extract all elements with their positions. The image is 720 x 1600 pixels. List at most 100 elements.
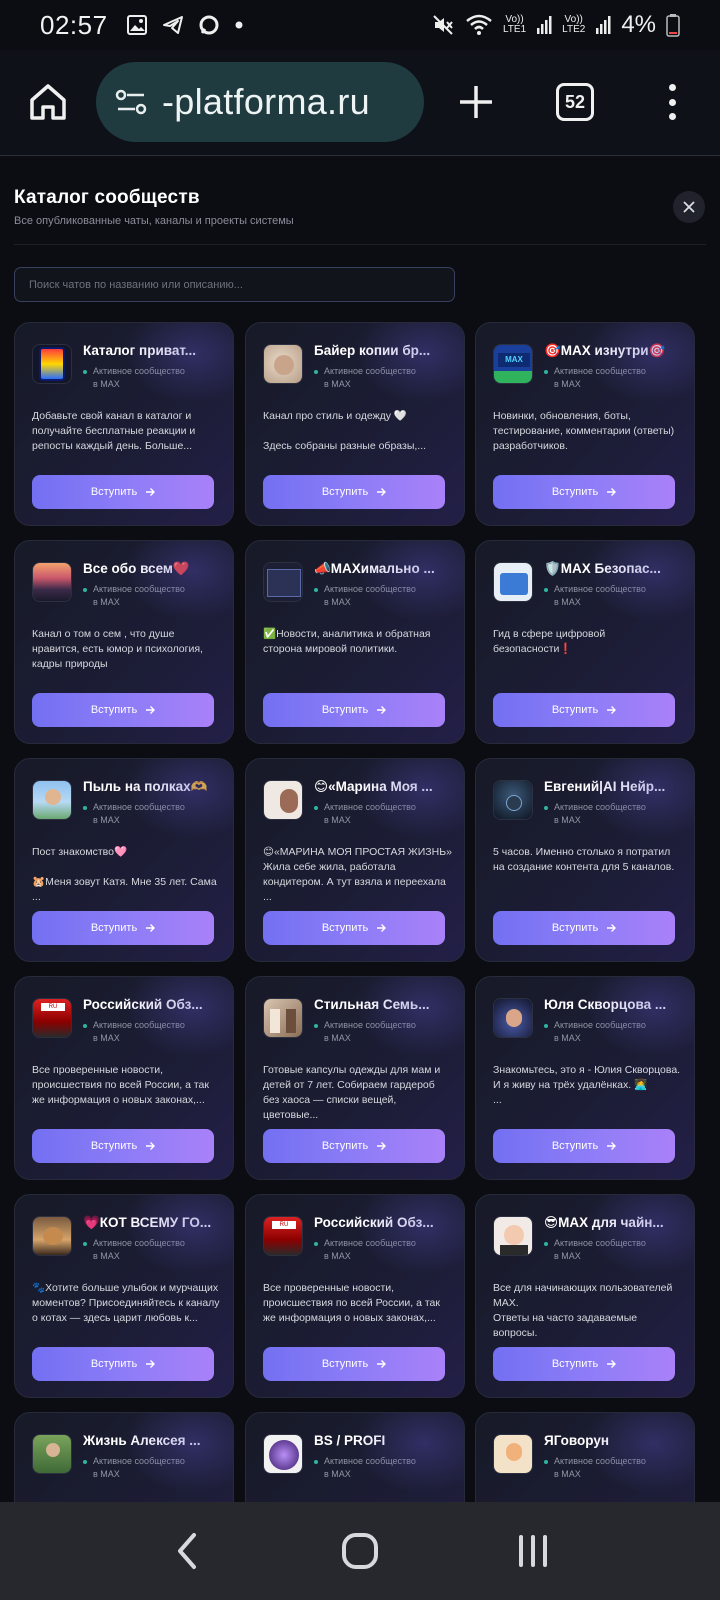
community-status: Активное сообщество в MAX — [314, 1455, 454, 1481]
online-dot-icon — [544, 805, 548, 810]
wifi-icon — [466, 14, 492, 35]
community-status: Активное сообщество в MAX — [544, 1019, 684, 1045]
online-dot-icon — [544, 1023, 548, 1028]
site-settings-icon[interactable] — [114, 85, 148, 119]
community-name: Евгений|AI Нейр... — [544, 779, 666, 794]
arrow-right-icon — [607, 1142, 617, 1150]
join-button[interactable]: Вступить — [493, 475, 675, 509]
community-avatar — [493, 1434, 533, 1474]
arrow-right-icon — [377, 1360, 387, 1368]
join-button[interactable]: Вступить — [493, 1129, 675, 1163]
community-avatar — [32, 344, 72, 384]
community-avatar — [263, 1434, 303, 1474]
back-icon — [177, 1533, 196, 1569]
telegram-icon — [162, 16, 183, 34]
community-card[interactable]: 📣MAXимально ... Активное сообщество в MAX ✅… — [245, 540, 465, 744]
community-card[interactable]: Все обо всем❤️ Активное сообщество в MAX Ка… — [14, 540, 234, 744]
sim1-label: Vo)) LTE1 — [502, 14, 527, 35]
join-button[interactable]: Вступить — [493, 693, 675, 727]
signal-icon — [596, 16, 611, 34]
online-dot-icon — [314, 369, 318, 374]
online-dot-icon — [83, 369, 87, 374]
community-status: Активное сообщество в MAX — [544, 583, 684, 609]
dot-icon — [235, 21, 243, 29]
community-avatar — [493, 998, 533, 1038]
home-icon[interactable] — [26, 80, 70, 124]
join-button[interactable]: Вступить — [263, 475, 445, 509]
community-grid: Каталог приват... Активное сообщество в MA… — [0, 157, 720, 1502]
community-avatar — [32, 1434, 72, 1474]
join-button[interactable]: Вступить — [32, 1347, 214, 1381]
arrow-right-icon — [377, 1142, 387, 1150]
arrow-right-icon — [607, 924, 617, 932]
online-dot-icon — [314, 1023, 318, 1028]
community-status: Активное сообщество в MAX — [83, 1455, 223, 1481]
join-button[interactable]: Вступить — [493, 1347, 675, 1381]
join-button[interactable]: Вступить — [263, 1347, 445, 1381]
arrow-right-icon — [607, 1360, 617, 1368]
community-status: Активное сообщество в MAX — [314, 1237, 454, 1263]
community-description: Все проверенные новости, происшествия по… — [263, 1282, 440, 1324]
join-button[interactable]: Вступить — [263, 693, 445, 727]
arrow-right-icon — [607, 488, 617, 496]
new-tab-icon[interactable] — [454, 80, 498, 124]
community-card[interactable]: Юля Скворцова ... Активное сообщество в MA… — [475, 976, 695, 1180]
community-description: Готовые капсулы одежды для мам и детей о… — [263, 1064, 441, 1121]
join-button[interactable]: Вступить — [32, 911, 214, 945]
community-card[interactable]: 🛡️MAX Безопас... Активное сообщество в MAX… — [475, 540, 695, 744]
community-status: Активное сообщество в MAX — [314, 365, 454, 391]
community-name: 😊«Марина Моя ... — [314, 779, 433, 794]
address-bar[interactable]: -platforma.ru — [96, 62, 424, 142]
join-button[interactable]: Вступить — [32, 1129, 214, 1163]
community-name: Байер копии бр... — [314, 343, 431, 358]
community-avatar: RU — [263, 1216, 303, 1256]
community-card[interactable]: Байер копии бр... Активное сообщество в MA… — [245, 322, 465, 526]
max-app-icon — [199, 15, 219, 35]
community-name: Стильная Семь... — [314, 997, 430, 1012]
home-nav-button[interactable] — [330, 1521, 390, 1581]
community-name: Жизнь Алексея ... — [83, 1433, 201, 1448]
community-card[interactable]: 😊«Марина Моя ... Активное сообщество в MAX… — [245, 758, 465, 962]
community-card[interactable]: RU Российский Обз... Активное сообщество в … — [14, 976, 234, 1180]
community-card[interactable]: Жизнь Алексея ... Активное сообщество в MA… — [14, 1412, 234, 1502]
recents-button[interactable] — [503, 1521, 563, 1581]
community-description: Все проверенные новости, происшествия по… — [32, 1064, 209, 1106]
community-card[interactable]: ЯГоворунАктивное сообществов MAXВступить — [475, 1412, 695, 1502]
url-text[interactable]: -platforma.ru — [162, 81, 370, 123]
more-menu-icon[interactable] — [660, 80, 684, 124]
online-dot-icon — [314, 1459, 318, 1464]
arrow-right-icon — [377, 488, 387, 496]
community-card[interactable]: 😎MAX для чайн... Активное сообщество в MAX… — [475, 1194, 695, 1398]
community-card[interactable]: 💗КОТ ВСЕМУ ГО... Активное сообщество в MAX… — [14, 1194, 234, 1398]
online-dot-icon — [544, 587, 548, 592]
community-card[interactable]: Каталог приват... Активное сообщество в MA… — [14, 322, 234, 526]
arrow-right-icon — [146, 924, 156, 932]
online-dot-icon — [314, 1241, 318, 1246]
recents-icon — [519, 1535, 548, 1567]
community-name: 🎯MAX изнутри🎯 — [544, 343, 666, 358]
join-button[interactable]: Вступить — [493, 911, 675, 945]
community-status: Активное сообщество в MAX — [83, 801, 223, 827]
community-description: Канал про стиль и одежду 🤍 Здесь собраны… — [263, 410, 427, 452]
community-description: Канал о том о сем , что душе нравится, е… — [32, 628, 203, 670]
tab-count-button[interactable]: 52 — [556, 83, 594, 121]
community-card[interactable]: Пыль на полках🫶 Активное сообщество в MAX П… — [14, 758, 234, 962]
community-card[interactable]: RU Российский Обз... Активное сообщество в … — [245, 1194, 465, 1398]
community-card[interactable]: Евгений|AI Нейр... Активное сообщество в M… — [475, 758, 695, 962]
community-avatar — [32, 780, 72, 820]
community-name: BS / PROFI — [314, 1433, 386, 1448]
join-button[interactable]: Вступить — [263, 1129, 445, 1163]
community-card[interactable]: Стильная Семь... Активное сообщество в MAX… — [245, 976, 465, 1180]
join-button[interactable]: Вступить — [32, 693, 214, 727]
community-status: Активное сообщество в MAX — [83, 365, 223, 391]
join-button[interactable]: Вступить — [263, 911, 445, 945]
join-button[interactable]: Вступить — [32, 475, 214, 509]
battery-percent: 4% — [621, 11, 656, 38]
community-description: 5 часов. Именно столько я потратил на со… — [493, 846, 675, 873]
arrow-right-icon — [146, 1360, 156, 1368]
community-card[interactable]: MAX 🎯MAX изнутри🎯 Активное сообщество в MAX… — [475, 322, 695, 526]
community-description: Знакомьтесь, это я - Юлия Скворцова. И я… — [493, 1064, 681, 1106]
community-card[interactable]: BS / PROFIАктивное сообществов MAXВступи… — [245, 1412, 465, 1502]
back-button[interactable] — [157, 1521, 217, 1581]
community-status: Активное сообщество в MAX — [83, 583, 223, 609]
